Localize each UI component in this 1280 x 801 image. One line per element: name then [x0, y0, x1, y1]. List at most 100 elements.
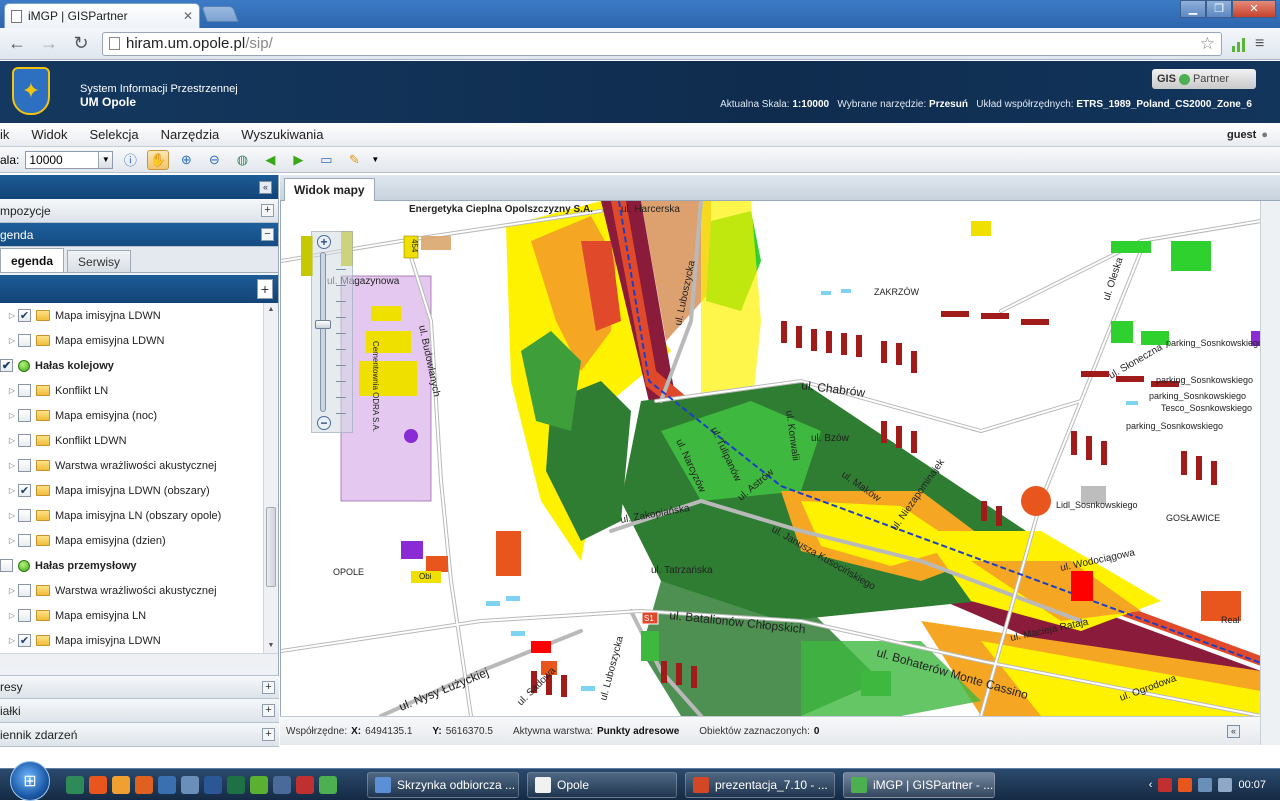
expand-icon[interactable]: +: [261, 204, 274, 217]
layer-checkbox[interactable]: [18, 609, 31, 622]
layer-checkbox[interactable]: ✔: [18, 634, 31, 647]
layer-tree-scrollbar[interactable]: ▲ ▼: [263, 303, 278, 653]
expand-arrow-icon[interactable]: ▷: [6, 586, 18, 595]
chevron-down-icon[interactable]: ▼: [98, 151, 113, 168]
full-extent-icon[interactable]: ▭: [315, 150, 337, 170]
close-window-icon[interactable]: ✕: [1232, 0, 1276, 18]
layer-tree-row[interactable]: ▷ Mapa emisyjna (dzien): [0, 528, 278, 553]
taskbar-task[interactable]: iMGP | GISPartner - ...: [843, 771, 995, 798]
clock[interactable]: 00:07: [1238, 779, 1266, 791]
expand-arrow-icon[interactable]: ▷: [6, 411, 18, 420]
info-icon[interactable]: ⓘ: [119, 150, 141, 170]
scrollbar-thumb[interactable]: [266, 507, 276, 587]
layer-tree-row[interactable]: ✔ Hałas kolejowy: [0, 353, 278, 378]
extension-signal-icon[interactable]: [1232, 36, 1245, 52]
menu-item-file[interactable]: ik: [0, 127, 20, 142]
add-layer-icon[interactable]: +: [257, 279, 273, 299]
map-canvas[interactable]: Energetyka Cieplna Opolszczyzny S.A. ul.…: [280, 201, 1260, 716]
scroll-up-icon[interactable]: ▲: [264, 303, 278, 317]
new-tab-button[interactable]: [201, 6, 239, 22]
layer-tree-row[interactable]: ▷ ✔ Mapa imisyjna LDWN (obszary): [0, 478, 278, 503]
user-menu[interactable]: guest ●: [1227, 129, 1280, 141]
app-icon[interactable]: [181, 775, 199, 794]
layer-checkbox[interactable]: [18, 584, 31, 597]
expand-icon[interactable]: +: [262, 704, 275, 717]
layer-checkbox[interactable]: ✔: [18, 309, 31, 322]
back-icon[interactable]: ←: [6, 33, 28, 55]
next-extent-icon[interactable]: ▶: [287, 150, 309, 170]
app-icon[interactable]: [273, 775, 291, 794]
menu-item-search[interactable]: Wyszukiwania: [230, 127, 334, 142]
app-icon[interactable]: [296, 775, 314, 794]
pan-hand-icon[interactable]: ✋: [147, 149, 170, 170]
layer-tree-row[interactable]: ▷ Mapa imisyjna LN (obszary opole): [0, 503, 278, 528]
layer-checkbox[interactable]: ✔: [18, 484, 31, 497]
draw-pencil-icon[interactable]: ✎: [343, 150, 365, 170]
zoom-track[interactable]: [320, 252, 326, 412]
zoom-in-icon[interactable]: ⊕: [175, 150, 197, 170]
expand-arrow-icon[interactable]: ▷: [6, 336, 18, 345]
chrome-icon[interactable]: [319, 775, 337, 794]
map-svg[interactable]: Energetyka Cieplna Opolszczyzny S.A. ul.…: [281, 201, 1260, 716]
app-icon[interactable]: [89, 775, 107, 794]
expand-arrow-icon[interactable]: ▷: [6, 461, 18, 470]
taskbar-task[interactable]: Skrzynka odbiorcza ...: [367, 771, 519, 798]
app-icon[interactable]: [112, 775, 130, 794]
minimize-icon[interactable]: ▁: [1180, 0, 1206, 18]
layer-tree-hscrollbar[interactable]: [0, 653, 278, 667]
layer-tree-row[interactable]: ▷ Konflikt LN: [0, 378, 278, 403]
previous-extent-icon[interactable]: ◀: [259, 150, 281, 170]
layer-tree-row[interactable]: ▷ Mapa emisyjna (noc): [0, 403, 278, 428]
collapse-right-icon[interactable]: «: [1227, 725, 1240, 738]
maximize-icon[interactable]: ❐: [1206, 0, 1232, 18]
browser-tab-active[interactable]: iMGP | GISPartner ✕: [4, 3, 200, 28]
expand-icon[interactable]: +: [262, 728, 275, 741]
layer-checkbox[interactable]: [18, 434, 31, 447]
layer-checkbox[interactable]: [18, 459, 31, 472]
forward-icon[interactable]: →: [38, 33, 60, 55]
zoom-in-icon[interactable]: +: [317, 235, 331, 249]
chevron-down-icon[interactable]: ▼: [371, 155, 379, 164]
scale-select[interactable]: 10000 ▼: [25, 150, 114, 169]
layer-tree-row[interactable]: ▷ Konflikt LDWN: [0, 428, 278, 453]
accordion-addresses[interactable]: resy +: [0, 675, 279, 699]
expand-arrow-icon[interactable]: ▷: [6, 386, 18, 395]
close-tab-icon[interactable]: ✕: [183, 9, 193, 23]
accordion-compositions[interactable]: mpozycje +: [0, 199, 278, 223]
expand-arrow-icon[interactable]: ▷: [6, 636, 18, 645]
expand-arrow-icon[interactable]: ▷: [6, 486, 18, 495]
bookmark-star-icon[interactable]: ☆: [1200, 34, 1215, 54]
taskbar-task[interactable]: prezentacja_7.10 - ...: [685, 771, 835, 798]
accordion-parcels[interactable]: iałki +: [0, 699, 279, 723]
taskbar-task[interactable]: Opole: [527, 771, 677, 798]
app-icon[interactable]: [158, 775, 176, 794]
collapse-icon[interactable]: −: [261, 228, 274, 241]
menu-item-tools[interactable]: Narzędzia: [150, 127, 231, 142]
layer-checkbox[interactable]: ✔: [0, 359, 13, 372]
zoom-thumb[interactable]: [315, 320, 331, 329]
menu-item-selection[interactable]: Selekcja: [79, 127, 150, 142]
layer-tree-row[interactable]: ▷ Mapa emisyjna LN: [0, 603, 278, 628]
network-icon[interactable]: [1198, 777, 1213, 792]
layer-tree-row[interactable]: ▷ Warstwa wrażliwości akustycznej: [0, 453, 278, 478]
word-icon[interactable]: [204, 775, 222, 794]
reload-icon[interactable]: ↻: [70, 33, 92, 55]
volume-icon[interactable]: [1218, 777, 1233, 792]
collapse-panel-icon[interactable]: «: [259, 180, 272, 194]
accordion-legend[interactable]: genda −: [0, 223, 278, 247]
tab-legend[interactable]: egenda: [0, 248, 65, 272]
tray-icon[interactable]: [1178, 777, 1193, 792]
page-scrollbar[interactable]: [1260, 201, 1280, 745]
layer-tree-row[interactable]: ▷ ✔ Mapa imisyjna LDWN: [0, 303, 278, 328]
expand-arrow-icon[interactable]: ▷: [6, 436, 18, 445]
expand-arrow-icon[interactable]: ▷: [6, 536, 18, 545]
layer-tree-row[interactable]: ▷ Warstwa wrażliwości akustycznej: [0, 578, 278, 603]
layer-checkbox[interactable]: [18, 384, 31, 397]
layer-checkbox[interactable]: [18, 534, 31, 547]
firefox-icon[interactable]: [135, 775, 153, 794]
layer-checkbox[interactable]: [18, 509, 31, 522]
layer-tree-row[interactable]: ▷ ✔ Mapa imisyjna LDWN: [0, 628, 278, 653]
layer-checkbox[interactable]: [18, 334, 31, 347]
expand-arrow-icon[interactable]: ▷: [6, 311, 18, 320]
layer-tree-row[interactable]: ▷ Mapa emisyjna LDWN: [0, 328, 278, 353]
